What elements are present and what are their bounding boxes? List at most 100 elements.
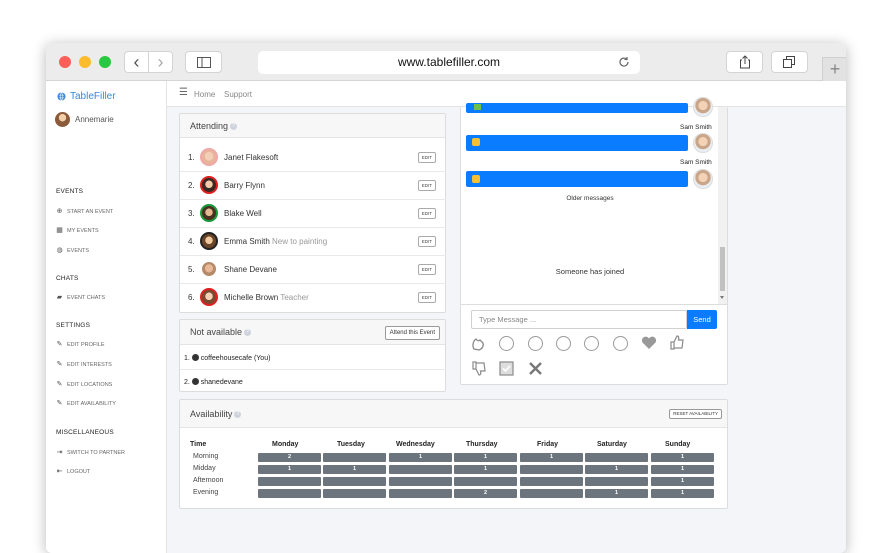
availability-cell[interactable] (520, 477, 583, 486)
sidebar-item-label: EDIT INTERESTS (67, 361, 112, 368)
edit-button[interactable]: EDIT (417, 236, 436, 247)
close-window-button[interactable] (59, 56, 71, 68)
availability-cell[interactable]: 1 (651, 489, 714, 498)
slot-label: Evening (193, 489, 219, 496)
heart-icon[interactable] (641, 336, 657, 350)
availability-cell[interactable]: 2 (454, 489, 517, 498)
thumbs-up-icon[interactable] (669, 335, 684, 350)
availability-cell[interactable] (258, 477, 321, 486)
sidebar-item-edit-availability[interactable]: ✎ EDIT AVAILABILITY (56, 400, 116, 407)
sidebar-item-event-chats[interactable]: ▰ EVENT CHATS (56, 294, 105, 301)
edit-button[interactable]: EDIT (417, 180, 436, 191)
tabs-icon (783, 56, 795, 68)
availability-cell[interactable]: 1 (323, 465, 386, 474)
section-settings: SETTINGS (56, 322, 91, 329)
chat-scrollbar[interactable] (718, 107, 727, 304)
clap-icon[interactable] (471, 336, 486, 351)
availability-cell[interactable]: 2 (258, 453, 321, 462)
sender-name: Sam Smith (680, 124, 712, 131)
smile-icon[interactable] (499, 336, 514, 351)
menu-icon[interactable]: ☰ (179, 87, 188, 98)
availability-cell[interactable] (454, 477, 517, 486)
attendee-name: Janet Flakesoft (224, 153, 279, 162)
availability-cell[interactable] (323, 453, 386, 462)
availability-cell[interactable] (585, 453, 648, 462)
availability-cell[interactable]: 1 (389, 453, 452, 462)
brand-logo[interactable]: TableFiller (57, 91, 116, 102)
sidebar-item-switch-partner[interactable]: ⇥ SWITCH TO PARTNER (56, 449, 125, 456)
availability-cell[interactable] (389, 465, 452, 474)
availability-cell[interactable] (389, 489, 452, 498)
availability-cell[interactable] (323, 489, 386, 498)
sidebar-item-my-events[interactable]: ▦ MY EVENTS (56, 227, 99, 234)
share-button[interactable] (726, 51, 763, 73)
minimize-window-button[interactable] (79, 56, 91, 68)
row-number: 6. (188, 293, 195, 302)
availability-cell[interactable]: 1 (258, 465, 321, 474)
availability-card: Availability? RESET AVAILABILITY Time Mo… (179, 399, 728, 509)
availability-cell[interactable] (258, 489, 321, 498)
attendee-row: 5. Shane Devane EDIT (180, 256, 446, 284)
sidebar-item-logout[interactable]: ⇤ LOGOUT (56, 468, 91, 475)
sign-out-icon: ⇤ (56, 468, 63, 475)
globe-icon (57, 92, 66, 101)
edit-button[interactable]: EDIT (417, 292, 436, 303)
thumbs-down-icon[interactable] (471, 361, 486, 376)
zoom-window-button[interactable] (99, 56, 111, 68)
reload-icon[interactable] (618, 56, 630, 68)
close-icon[interactable] (528, 361, 543, 376)
availability-cell[interactable]: 1 (651, 465, 714, 474)
availability-cell[interactable]: 1 (520, 453, 583, 462)
sidebar-item-edit-profile[interactable]: ✎ EDIT PROFILE (56, 341, 105, 348)
edit-button[interactable]: EDIT (417, 208, 436, 219)
attend-event-button[interactable]: Attend this Event (384, 326, 440, 340)
message-input[interactable]: Type Message ... (471, 310, 687, 329)
older-messages-link[interactable]: Older messages (461, 195, 719, 202)
availability-cell[interactable]: 1 (651, 477, 714, 486)
tabs-overview-button[interactable] (771, 51, 808, 73)
sad-icon[interactable] (556, 336, 571, 351)
availability-cell[interactable] (520, 465, 583, 474)
edit-button[interactable]: EDIT (417, 152, 436, 163)
availability-cell[interactable] (323, 477, 386, 486)
availability-cell[interactable] (585, 477, 648, 486)
sidebar-item-edit-interests[interactable]: ✎ EDIT INTERESTS (56, 361, 112, 368)
back-button[interactable]: ‹ (124, 51, 148, 73)
availability-cell[interactable]: 1 (585, 465, 648, 474)
forward-button[interactable]: › (148, 51, 173, 73)
send-button[interactable]: Send (687, 310, 717, 329)
availability-cell[interactable]: 1 (454, 453, 517, 462)
sidebar-item-edit-locations[interactable]: ✎ EDIT LOCATIONS (56, 381, 113, 388)
availability-cell[interactable] (520, 489, 583, 498)
availability-cell[interactable] (389, 477, 452, 486)
sidebar-item-events[interactable]: ◍ EVENTS (56, 247, 89, 254)
availability-cell[interactable]: 1 (651, 453, 714, 462)
availability-cell[interactable]: 1 (454, 465, 517, 474)
plus-circle-icon: ⊕ (56, 208, 63, 215)
scroll-down-icon[interactable] (720, 296, 724, 299)
sidebar-item-label: EDIT AVAILABILITY (67, 400, 116, 407)
edit-button[interactable]: EDIT (417, 264, 436, 275)
attendee-row: 3. Blake Well EDIT (180, 200, 446, 228)
user-profile[interactable]: Annemarie (55, 112, 114, 127)
sidebar-toggle-button[interactable] (185, 51, 222, 73)
nav-link-home[interactable]: Home (194, 90, 215, 99)
not-available-header: Not available? Attend this Event (180, 320, 445, 345)
availability-cell[interactable]: 1 (585, 489, 648, 498)
address-bar[interactable]: www.tablefiller.com (258, 51, 640, 74)
sidebar-item-start-event[interactable]: ⊕ START AN EVENT (56, 208, 114, 215)
nav-link-support[interactable]: Support (224, 90, 252, 99)
checkbox-icon[interactable] (499, 361, 514, 376)
surprised-icon[interactable] (584, 336, 599, 351)
new-tab-button[interactable]: + (822, 57, 846, 81)
wink-icon[interactable] (528, 336, 543, 351)
sidebar-item-label: SWITCH TO PARTNER (67, 449, 125, 456)
day-header: Friday (537, 441, 559, 448)
url-text: www.tablefiller.com (397, 55, 501, 69)
calendar-icon: ▦ (56, 227, 63, 234)
reset-availability-button[interactable]: RESET AVAILABILITY (669, 409, 722, 419)
attendee-name: Barry Flynn (224, 181, 265, 190)
thumbs-up-icon (472, 138, 480, 146)
attendee-row: 4. Emma Smith New to painting EDIT (180, 228, 446, 256)
neutral-icon[interactable] (613, 336, 628, 351)
